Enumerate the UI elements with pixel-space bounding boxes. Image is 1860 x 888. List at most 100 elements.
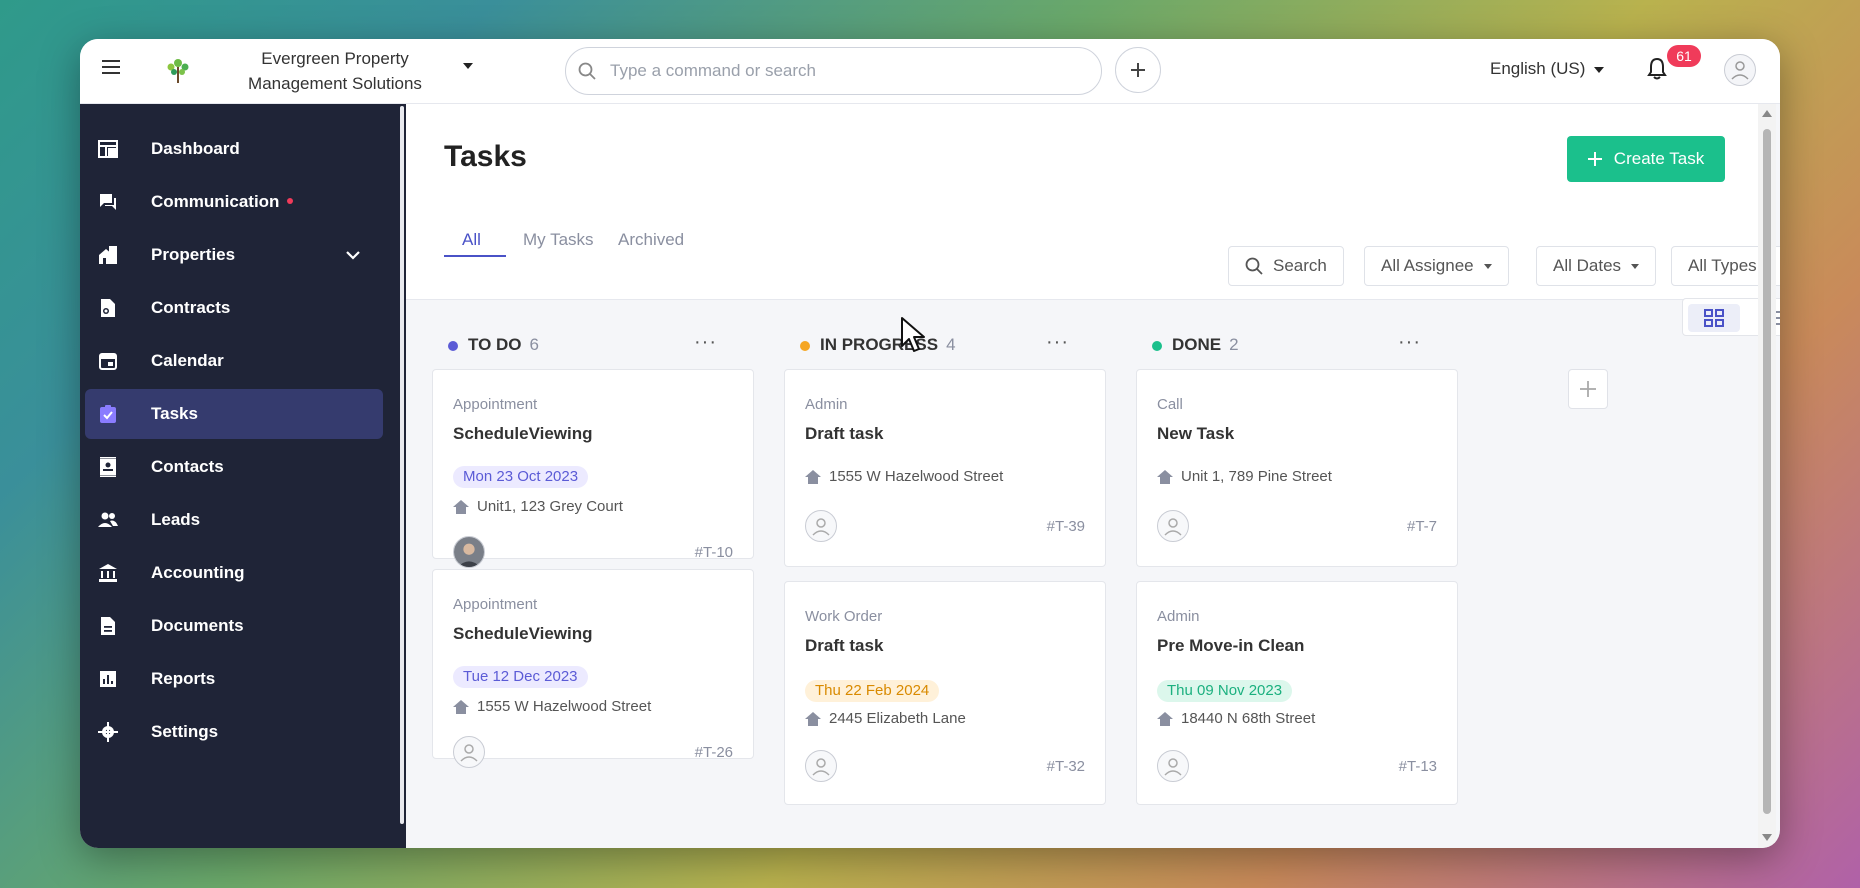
user-icon bbox=[1164, 518, 1182, 536]
caret-down-icon bbox=[1631, 263, 1640, 269]
sidebar-item-leads[interactable]: Leads bbox=[85, 495, 383, 545]
chevron-down-icon[interactable] bbox=[345, 247, 361, 263]
bank-icon bbox=[99, 564, 117, 582]
add-column-button[interactable] bbox=[1568, 369, 1608, 409]
task-card[interactable]: Appointment ScheduleViewing Mon 23 Oct 2… bbox=[432, 369, 754, 568]
assignee-avatar bbox=[1157, 750, 1189, 782]
column-title: DONE 2 bbox=[1172, 335, 1239, 354]
task-card[interactable]: Call New Task Unit 1, 789 Pine Street #T… bbox=[1136, 369, 1458, 567]
assignee-filter-label: All Assignee bbox=[1381, 256, 1474, 275]
assignee-avatar bbox=[805, 510, 837, 542]
people-icon bbox=[98, 512, 118, 527]
sidebar-item-contacts[interactable]: Contacts bbox=[85, 442, 383, 492]
plus-icon bbox=[1131, 63, 1145, 77]
contact-card-icon bbox=[100, 457, 116, 477]
task-card[interactable]: Admin Draft task 1555 W Hazelwood Street… bbox=[784, 369, 1106, 567]
user-icon bbox=[812, 518, 830, 536]
tree-logo-icon bbox=[167, 59, 189, 83]
create-task-button[interactable]: Create Task bbox=[1567, 136, 1725, 182]
task-id: #T-32 bbox=[1046, 758, 1085, 775]
assignee-filter[interactable]: All Assignee bbox=[1364, 246, 1509, 286]
task-id: #T-39 bbox=[1046, 518, 1085, 535]
sidebar-item-tasks[interactable]: Tasks bbox=[85, 389, 383, 439]
active-tab-indicator bbox=[444, 255, 506, 257]
scroll-down-icon[interactable] bbox=[1762, 834, 1772, 841]
search-label: Search bbox=[1273, 256, 1327, 275]
task-type: Admin bbox=[805, 396, 848, 413]
sidebar-scrollbar[interactable] bbox=[400, 106, 404, 824]
scroll-thumb[interactable] bbox=[1763, 129, 1771, 814]
task-id: #T-10 bbox=[694, 544, 733, 561]
assignee-avatar bbox=[805, 750, 837, 782]
language-dropdown-icon[interactable] bbox=[1594, 67, 1604, 73]
quick-add-button[interactable] bbox=[1115, 47, 1161, 93]
tab-all[interactable]: All bbox=[462, 230, 481, 250]
search-icon bbox=[578, 62, 596, 80]
sidebar-item-documents[interactable]: Documents bbox=[85, 601, 383, 651]
create-task-label: Create Task bbox=[1613, 149, 1705, 168]
building-icon bbox=[99, 246, 117, 264]
language-selector[interactable]: English (US) bbox=[1490, 59, 1585, 79]
task-type: Admin bbox=[1157, 608, 1200, 625]
scroll-up-icon[interactable] bbox=[1762, 110, 1772, 117]
main-content: Tasks Create Task All My Tasks Archived … bbox=[406, 104, 1780, 848]
task-date: Thu 09 Nov 2023 bbox=[1157, 680, 1293, 702]
task-address: 2445 Elizabeth Lane bbox=[805, 710, 966, 727]
notification-badge: 61 bbox=[1667, 45, 1701, 67]
main-scrollbar[interactable] bbox=[1758, 104, 1776, 848]
task-card[interactable]: Work Order Draft task Thu 22 Feb 2024 24… bbox=[784, 581, 1106, 805]
home-icon bbox=[453, 499, 469, 514]
user-icon bbox=[1164, 758, 1182, 776]
column-done: DONE 2 ··· Call New Task Unit 1, 789 Pine… bbox=[1132, 301, 1462, 848]
task-id: #T-26 bbox=[694, 744, 733, 761]
task-card[interactable]: Appointment ScheduleViewing Tue 12 Dec 2… bbox=[432, 569, 754, 768]
user-icon bbox=[1731, 61, 1749, 80]
more-options-icon[interactable]: ··· bbox=[694, 331, 717, 354]
task-title: ScheduleViewing bbox=[453, 624, 593, 643]
column-header: IN PROGRESS 4 ··· bbox=[780, 331, 1080, 361]
more-options-icon[interactable]: ··· bbox=[1398, 331, 1421, 354]
column-header: TO DO 6 ··· bbox=[428, 331, 728, 361]
sidebar-item-dashboard[interactable]: Dashboard bbox=[85, 124, 383, 174]
more-options-icon[interactable]: ··· bbox=[1046, 331, 1069, 354]
task-address: 1555 W Hazelwood Street bbox=[453, 698, 651, 715]
sidebar-item-settings[interactable]: Settings bbox=[85, 707, 383, 757]
column-title: TO DO 6 bbox=[468, 335, 539, 354]
sidebar-item-calendar[interactable]: Calendar bbox=[85, 336, 383, 386]
home-icon bbox=[1157, 469, 1173, 484]
task-card[interactable]: Admin Pre Move-in Clean Thu 09 Nov 2023 … bbox=[1136, 581, 1458, 805]
grid-view-button[interactable] bbox=[1688, 304, 1740, 332]
sidebar-item-accounting[interactable]: Accounting bbox=[85, 548, 383, 598]
chart-icon bbox=[100, 671, 116, 687]
user-avatar[interactable] bbox=[1724, 54, 1756, 86]
task-search-button[interactable]: Search bbox=[1228, 246, 1344, 286]
column-in-progress: IN PROGRESS 4 ··· Admin Draft task 1555 W… bbox=[780, 301, 1110, 848]
hamburger-menu-icon[interactable] bbox=[102, 56, 126, 80]
contract-icon bbox=[101, 299, 115, 317]
tab-archived[interactable]: Archived bbox=[618, 230, 684, 250]
types-filter-label: All Types bbox=[1688, 256, 1757, 275]
task-type: Work Order bbox=[805, 608, 883, 625]
task-id: #T-7 bbox=[1406, 518, 1437, 535]
command-search[interactable] bbox=[565, 47, 1102, 95]
dashboard-icon bbox=[98, 140, 118, 158]
task-address: 18440 N 68th Street bbox=[1157, 710, 1315, 727]
gear-icon bbox=[98, 722, 118, 742]
sidebar-item-properties[interactable]: Properties bbox=[85, 230, 383, 280]
sidebar-item-label: Tasks bbox=[151, 404, 198, 423]
dates-filter[interactable]: All Dates bbox=[1536, 246, 1657, 286]
bell-icon[interactable] bbox=[1646, 57, 1668, 81]
task-title: Draft task bbox=[805, 636, 884, 655]
sidebar-item-reports[interactable]: Reports bbox=[85, 654, 383, 704]
search-input[interactable] bbox=[610, 58, 1070, 84]
app-window: Evergreen Property Management Solutions … bbox=[80, 39, 1780, 848]
plus-icon bbox=[1587, 152, 1602, 166]
sidebar-item-contracts[interactable]: Contracts bbox=[85, 283, 383, 333]
task-date: Tue 12 Dec 2023 bbox=[453, 666, 588, 688]
sidebar-item-communication[interactable]: Communication bbox=[85, 177, 383, 227]
organization-name[interactable]: Evergreen Property Management Solutions bbox=[230, 46, 440, 96]
tab-my-tasks[interactable]: My Tasks bbox=[523, 230, 594, 250]
organization-dropdown-icon[interactable] bbox=[463, 63, 473, 69]
sidebar-item-label: Reports bbox=[151, 669, 216, 688]
column-header: DONE 2 ··· bbox=[1132, 331, 1432, 361]
